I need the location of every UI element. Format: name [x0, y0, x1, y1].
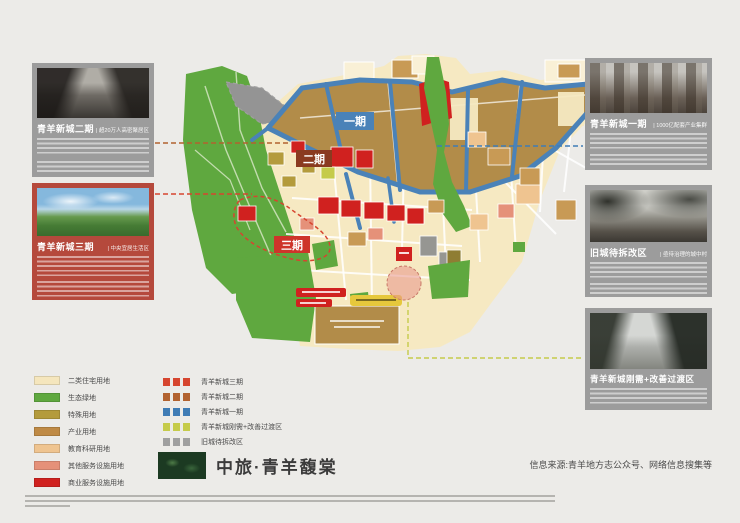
panel-phase2: 青羊新城二期 | 超20万人高密聚居区	[32, 63, 154, 177]
phase1-body-text	[590, 133, 707, 149]
phase3-title: 青羊新城三期	[37, 240, 94, 253]
oldtown-subtitle: | 亟待治理的城中村	[660, 250, 707, 258]
legend-row: 青羊新城刚需+改善过渡区	[163, 419, 282, 434]
legend-dash-swatch	[163, 378, 193, 386]
legend-dash-swatch	[163, 423, 193, 431]
legend-row: 产业用地	[34, 423, 124, 440]
panel-transition: 青羊新城刚需+改善过渡区	[585, 308, 712, 410]
panel-phase3: 青羊新城三期 | 中央宜居生活区	[32, 183, 154, 300]
legend-swatch	[34, 478, 60, 487]
south-industry-parcel	[315, 306, 399, 344]
legend-row: 生态绿地	[34, 389, 124, 406]
phase2-label: 二期	[303, 152, 325, 166]
transition-photo	[590, 313, 707, 369]
oldtown-title: 旧城待拆改区	[590, 246, 647, 259]
oldtown-body-text	[590, 262, 707, 278]
legend-zones: 青羊新城三期 青羊新城二期 青羊新城一期 青羊新城刚需+改善过渡区 旧城待拆改区	[163, 374, 282, 449]
phase1-photo	[590, 63, 707, 113]
oldtown-photo	[590, 190, 707, 242]
legend-row: 商业服务设施用地	[34, 474, 124, 491]
phase2-title: 青羊新城二期	[37, 122, 94, 135]
legend-row: 其他服务设施用地	[34, 457, 124, 474]
brand-thumbnail-image	[158, 452, 206, 479]
legend-swatch	[34, 444, 60, 453]
phase3-body-text	[37, 256, 149, 276]
legend-row: 教育科研用地	[34, 440, 124, 457]
transition-title: 青羊新城刚需+改善过渡区	[590, 373, 694, 385]
legend-landuse: 二类住宅用地 生态绿地 特殊用地 产业用地 教育科研用地 其他服务设施用地 商业…	[34, 372, 124, 491]
legend-swatch	[34, 427, 60, 436]
phase1-title: 青羊新城一期	[590, 117, 647, 130]
legend-swatch	[34, 461, 60, 470]
phase2-body-text	[37, 161, 149, 173]
phase1-label: 一期	[344, 114, 366, 128]
legend-row: 特殊用地	[34, 406, 124, 423]
panel-phase1: 青羊新城一期 | 1000亿配套产业集群	[585, 58, 712, 170]
legend-swatch	[34, 376, 60, 385]
legend-swatch	[34, 393, 60, 402]
phase2-body-text	[37, 138, 149, 156]
legend-row: 青羊新城一期	[163, 404, 282, 419]
phase2-photo	[37, 68, 149, 118]
legend-dash-swatch	[163, 438, 193, 446]
legend-dash-swatch	[163, 408, 193, 416]
phase2-subtitle: | 超20万人高密聚居区	[96, 126, 149, 134]
legend-row: 青羊新城三期	[163, 374, 282, 389]
phase1-body-text	[590, 154, 707, 168]
legend-swatch	[34, 410, 60, 419]
legend-row: 青羊新城二期	[163, 389, 282, 404]
panel-oldtown: 旧城待拆改区 | 亟待治理的城中村	[585, 185, 712, 297]
oldtown-body-text	[590, 283, 707, 295]
legend-row: 二类住宅用地	[34, 372, 124, 389]
transition-body-text	[590, 388, 707, 404]
brand-name: 中旅·青羊馥棠	[216, 453, 338, 478]
fineprint-text	[25, 495, 555, 502]
fineprint-text	[25, 505, 70, 507]
phase3-body-text	[37, 281, 149, 297]
legend-dash-swatch	[163, 393, 193, 401]
phase1-subtitle: | 1000亿配套产业集群	[653, 121, 707, 129]
legend-row: 旧城待拆改区	[163, 434, 282, 449]
infographic-page: 一期 二期 三期 青羊新城二期 | 超20万人高密聚居区 青羊新城三期 | 中央…	[0, 0, 740, 523]
phase3-label: 三期	[281, 238, 303, 252]
phase3-photo	[37, 188, 149, 236]
source-note: 信息来源:青羊地方志公众号、网络信息搜集等	[529, 458, 712, 471]
phase3-subtitle: | 中央宜居生活区	[108, 244, 149, 252]
brand-lockup: 中旅·青羊馥棠	[158, 452, 338, 479]
